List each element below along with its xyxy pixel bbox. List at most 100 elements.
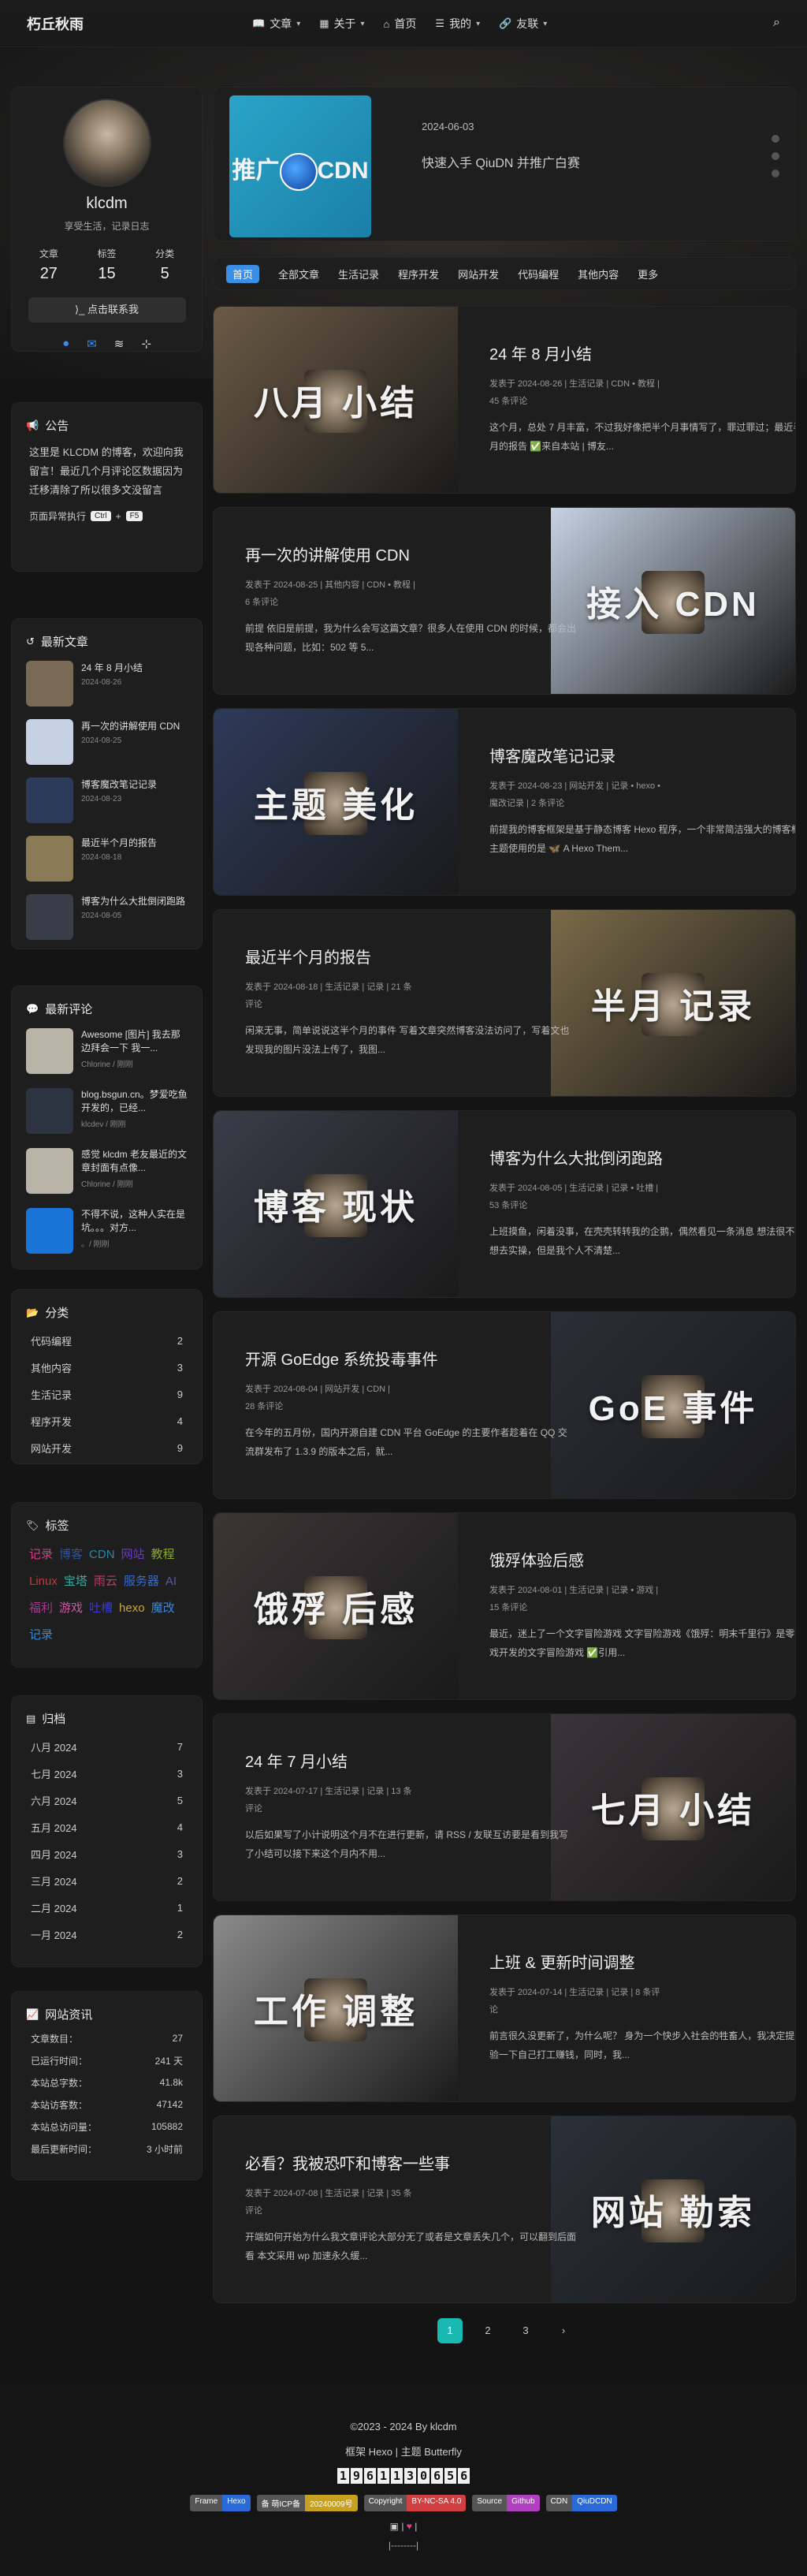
archive-item[interactable]: 八月 2024 7 [12, 1733, 202, 1760]
commenter-avatar[interactable] [26, 1028, 73, 1074]
recent-post-title[interactable]: 24 年 8 月小结 [81, 661, 143, 675]
commenter-avatar[interactable] [26, 1208, 73, 1254]
post-comment-count[interactable]: 53 条评论 [489, 1197, 795, 1214]
post-thumbnail[interactable] [26, 836, 73, 882]
comment-text[interactable]: 不得不说，这种人实在是坑。。。对方... [81, 1208, 188, 1235]
post-cover-image[interactable]: 半月 记录 [551, 910, 795, 1096]
recent-post-title[interactable]: 博客魔改笔记记录 [81, 777, 157, 792]
category-tab[interactable]: 其他内容 [578, 267, 619, 281]
post-card[interactable]: 八月 小结 24 年 8 月小结 发表于 2024-08-26 | 生活记录 | C… [213, 306, 796, 494]
category-tab[interactable]: 程序开发 [398, 267, 439, 281]
post-comment-count[interactable]: 45 条评论 [489, 393, 795, 410]
post-title[interactable]: 博客魔改笔记记录 [489, 744, 795, 766]
tag-link[interactable]: 网站 [121, 1548, 145, 1561]
archive-item[interactable]: 七月 2024 3 [12, 1760, 202, 1787]
tag-link[interactable]: 游戏 [59, 1601, 83, 1615]
sitemap-icon[interactable]: ⊹ [141, 337, 151, 351]
tag-link[interactable]: 雨云 [94, 1575, 117, 1588]
stat-tags[interactable]: 标签 15 [97, 247, 116, 283]
stat-categories[interactable]: 分类 5 [155, 247, 174, 283]
post-title[interactable]: 最近半个月的报告 [245, 945, 576, 967]
page-button[interactable]: 2 [475, 2318, 500, 2343]
github-icon[interactable]: ● [62, 337, 69, 351]
post-meta-line[interactable]: 发表于 2024-08-05 | 生活记录 | 记录 • 吐槽 | [489, 1180, 795, 1197]
comment-text[interactable]: Awesome [图片] 我去那边拜会一下 我一... [81, 1028, 188, 1055]
category-item[interactable]: 代码编程 2 [12, 1327, 202, 1354]
post-title[interactable]: 上班 & 更新时间调整 [489, 1950, 795, 1973]
post-thumbnail[interactable] [26, 719, 73, 765]
search-icon[interactable]: ⌕ [773, 16, 780, 30]
post-meta-line[interactable]: 发表于 2024-08-01 | 生活记录 | 记录 • 游戏 | [489, 1582, 795, 1599]
recent-post-item[interactable]: 博客魔改笔记记录 2024-08-23 [12, 777, 202, 825]
tag-link[interactable]: AI [165, 1575, 177, 1588]
post-meta-line[interactable]: 发表于 2024-07-17 | 生活记录 | 记录 | 13 条 [245, 1783, 576, 1800]
tag-link[interactable]: Linux [29, 1575, 58, 1588]
footer-badge[interactable]: Copyright BY-NC-SA 4.0 [363, 2495, 467, 2511]
tag-link[interactable]: 宝塔 [64, 1575, 87, 1588]
post-card[interactable]: 七月 小结 24 年 7 月小结发表于 2024-07-17 | 生活记录 | 记… [213, 1713, 796, 1901]
category-tab[interactable]: 生活记录 [338, 267, 379, 281]
post-comment-count[interactable]: 魔改记录 | 2 条评论 [489, 795, 795, 812]
recent-post-item[interactable]: 最近半个月的报告 2024-08-18 [12, 836, 202, 883]
carousel-dot[interactable] [772, 152, 779, 160]
footer-badge[interactable]: CDN QiuDCDN [545, 2495, 617, 2511]
recent-post-title[interactable]: 再一次的讲解使用 CDN [81, 719, 180, 733]
tag-link[interactable]: 福利 [29, 1601, 53, 1615]
post-card[interactable]: 饿殍 后感 饿殍体验后感 发表于 2024-08-01 | 生活记录 | 记录 • … [213, 1512, 796, 1700]
post-comment-count[interactable]: 28 条评论 [245, 1398, 576, 1415]
contact-button[interactable]: ⟩_ 点击联系我 [28, 297, 186, 322]
archive-item[interactable]: 四月 2024 3 [12, 1840, 202, 1867]
nav-item[interactable]: ⌂ 首页 [384, 16, 417, 32]
tag-link[interactable]: 博客 [59, 1548, 83, 1561]
archive-item[interactable]: 一月 2024 2 [12, 1921, 202, 1948]
post-card[interactable]: 半月 记录 最近半个月的报告 发表于 2024-08-18 | 生活记录 | 记录 … [213, 909, 796, 1097]
tag-link[interactable]: 吐槽 [89, 1601, 113, 1615]
post-title[interactable]: 博客为什么大批倒闭跑路 [489, 1146, 795, 1169]
recent-post-item[interactable]: 24 年 8 月小结 2024-08-26 [12, 661, 202, 708]
nav-item[interactable]: 📖 文章 ▾ [252, 16, 300, 32]
tag-link[interactable]: CDN [89, 1548, 115, 1561]
post-cover-image[interactable]: 八月 小结 [214, 307, 458, 493]
comment-text[interactable]: blog.bsgun.cn。梦爱吃鱼开发的，已经... [81, 1088, 188, 1115]
post-title[interactable]: 开源 GoEdge 系统投毒事件 [245, 1347, 576, 1370]
footer-badge[interactable]: Source Github [472, 2495, 540, 2511]
recent-post-item[interactable]: 再一次的讲解使用 CDN 2024-08-25 [12, 719, 202, 766]
nav-item[interactable]: 🔗 友联 ▾ [499, 16, 547, 32]
comment-item[interactable]: blog.bsgun.cn。梦爱吃鱼开发的，已经... klcdev / 刚刚 [12, 1088, 202, 1137]
post-card[interactable]: 主题 美化 博客魔改笔记记录 发表于 2024-08-23 | 网站开发 | 记录 … [213, 708, 796, 896]
avatar[interactable] [62, 99, 151, 187]
tag-link[interactable]: 服务器 [124, 1575, 159, 1588]
nav-item[interactable]: ▦ 关于 ▾ [319, 16, 364, 32]
post-cover-image[interactable]: 饿殍 后感 [214, 1513, 458, 1699]
category-item[interactable]: 网站开发 9 [12, 1434, 202, 1461]
page-button[interactable]: 3 [513, 2318, 538, 2343]
post-title[interactable]: 必看？我被恐吓和博客一些事 [245, 2151, 576, 2174]
tag-link[interactable]: hexo [119, 1601, 145, 1615]
category-item[interactable]: 程序开发 4 [12, 1407, 202, 1434]
featured-title[interactable]: 快速入手 QiuDN 并推广白赛 [422, 152, 580, 171]
commenter-avatar[interactable] [26, 1088, 73, 1134]
tag-link[interactable]: 记录 [29, 1548, 53, 1561]
footer-badge[interactable]: 备 萌ICP备 20240009号 [256, 2495, 358, 2511]
commenter-avatar[interactable] [26, 1148, 73, 1194]
archive-item[interactable]: 五月 2024 4 [12, 1814, 202, 1840]
post-meta-line[interactable]: 发表于 2024-08-23 | 网站开发 | 记录 • hexo • [489, 777, 795, 795]
post-meta-line[interactable]: 发表于 2024-08-26 | 生活记录 | CDN • 教程 | [489, 375, 795, 393]
category-item[interactable]: 生活记录 9 [12, 1381, 202, 1407]
post-comment-count[interactable]: 评论 [245, 996, 576, 1013]
post-title[interactable]: 24 年 7 月小结 [245, 1749, 576, 1772]
post-comment-count[interactable]: 评论 [245, 1800, 576, 1817]
footer-badge[interactable]: Frame Hexo [190, 2495, 251, 2511]
post-comment-count[interactable]: 评论 [245, 2202, 576, 2220]
post-cover-image[interactable]: GoE 事件 [551, 1312, 795, 1498]
page-button[interactable]: 1 [437, 2318, 463, 2343]
post-meta-line[interactable]: 发表于 2024-07-08 | 生活记录 | 记录 | 35 条 [245, 2185, 576, 2202]
nav-item[interactable]: ☰ 我的 ▾ [435, 16, 480, 32]
post-cover-image[interactable]: 接入 CDN [551, 508, 795, 694]
comment-item[interactable]: 感觉 klcdm 老友最近的文章封面有点像... Chlorine / 刚刚 [12, 1148, 202, 1197]
next-page-button[interactable]: › [551, 2318, 576, 2343]
post-cover-image[interactable]: 七月 小结 [551, 1714, 795, 1900]
image-icon[interactable]: ▣ [390, 2521, 399, 2532]
comment-item[interactable]: 不得不说，这种人实在是坑。。。对方... 。/ 刚刚 [12, 1208, 202, 1257]
recent-post-item[interactable]: 博客为什么大批倒闭跑路 2024-08-05 [12, 894, 202, 941]
